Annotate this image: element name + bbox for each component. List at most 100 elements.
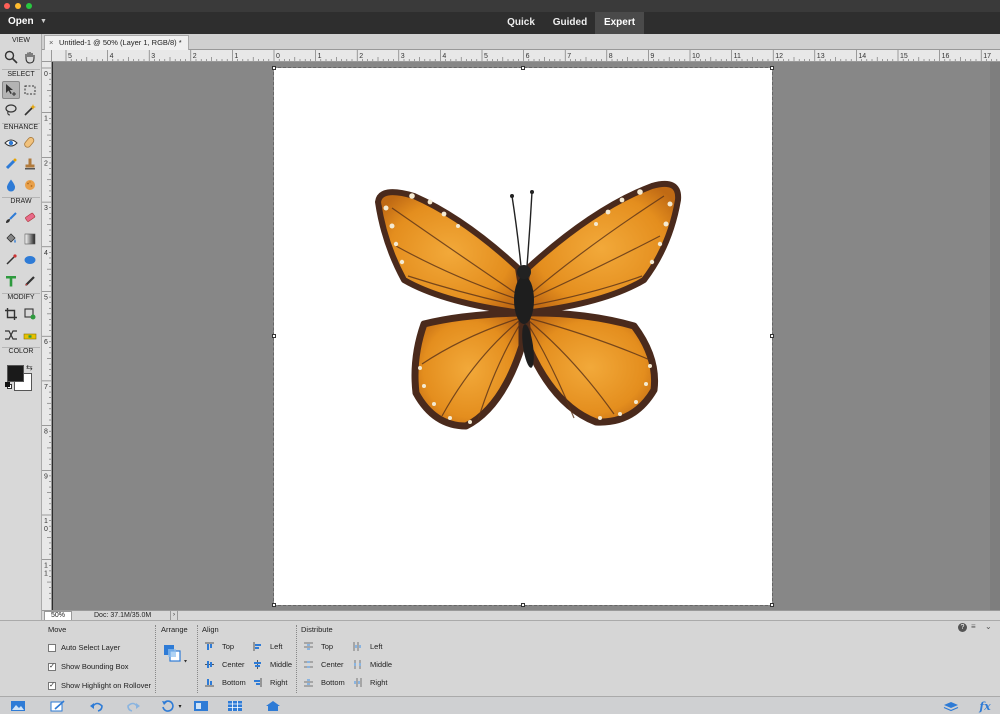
clone-stamp-tool[interactable] xyxy=(21,155,39,173)
horizontal-ruler-label: 0 xyxy=(276,53,280,60)
paint-bucket-tool[interactable] xyxy=(2,230,20,248)
recompose-tool[interactable] xyxy=(21,305,39,323)
auto-select-layer-label: Auto Select Layer xyxy=(61,643,121,652)
open-dropdown-icon[interactable]: ▼ xyxy=(40,18,47,25)
smart-brush-tool[interactable] xyxy=(2,155,20,173)
content-aware-move-tool[interactable] xyxy=(2,326,20,344)
show-bounding-box-checkbox[interactable]: ✓ xyxy=(48,662,56,671)
horizontal-ruler-label: 3 xyxy=(151,53,155,60)
brush-tool[interactable] xyxy=(2,209,20,227)
distribute-middle-button[interactable]: Middle xyxy=(353,660,392,669)
straighten-tool[interactable] xyxy=(21,326,39,344)
align-center-button[interactable]: Center xyxy=(205,660,245,669)
organizer-button[interactable] xyxy=(227,699,243,713)
zoom-window-button[interactable] xyxy=(26,3,32,9)
lasso-tool[interactable] xyxy=(2,101,20,119)
photo-bin-button[interactable] xyxy=(10,699,26,713)
layers-panel-button[interactable] xyxy=(943,699,959,713)
default-colors-icon[interactable] xyxy=(5,382,13,390)
transform-handle-bottom-right[interactable] xyxy=(770,603,774,607)
horizontal-ruler[interactable]: 5 4 3 2 1 0 1 2 3 4 5 6 7 8 9 10 11 12 13 14 15 16 17 xyxy=(52,50,1000,62)
rotate-dropdown-icon[interactable]: ▾ xyxy=(176,699,184,713)
vertical-ruler-label: 1 xyxy=(44,116,48,123)
show-highlight-option[interactable]: ✓ Show Highlight on Rollover xyxy=(48,681,151,690)
shape-tool[interactable] xyxy=(21,251,39,269)
transform-handle-top[interactable] xyxy=(521,66,525,70)
distribute-top-button[interactable]: Top xyxy=(304,642,333,651)
show-bounding-box-option[interactable]: ✓ Show Bounding Box xyxy=(48,662,129,671)
vertical-scrollbar[interactable] xyxy=(990,62,1000,610)
redo-button[interactable] xyxy=(125,699,141,713)
canvas-area[interactable] xyxy=(53,62,990,610)
butterfly-image[interactable] xyxy=(274,68,772,605)
align-left-button[interactable]: Left xyxy=(253,642,283,651)
home-screen-button[interactable] xyxy=(265,699,281,713)
show-highlight-checkbox[interactable]: ✓ xyxy=(48,681,56,690)
blur-tool[interactable] xyxy=(2,176,20,194)
horizontal-ruler-ticks: 5 4 3 2 1 0 1 2 3 4 5 6 7 8 9 10 11 12 13 14 15 16 17 xyxy=(65,50,998,61)
eraser-tool[interactable] xyxy=(21,209,39,227)
align-right-button[interactable]: Right xyxy=(253,678,288,687)
distribute-center-button[interactable]: Center xyxy=(304,660,344,669)
rotate-button[interactable] xyxy=(160,699,176,713)
magic-wand-tool[interactable] xyxy=(21,101,39,119)
type-tool[interactable] xyxy=(2,272,20,290)
marquee-icon xyxy=(24,85,36,95)
rectangular-marquee-tool[interactable] xyxy=(21,81,39,99)
crop-tool[interactable] xyxy=(2,305,20,323)
tab-expert[interactable]: Expert xyxy=(595,12,644,34)
document-tab[interactable]: × Untitled-1 @ 50% (Layer 1, RGB/8) * xyxy=(44,35,189,50)
tab-guided[interactable]: Guided xyxy=(548,12,592,34)
vertical-ruler-ticks: 01234567891011 xyxy=(42,67,51,600)
transform-handle-top-right[interactable] xyxy=(770,66,774,70)
arrange-button[interactable] xyxy=(163,643,189,667)
move-tool[interactable] xyxy=(2,81,20,99)
undo-button[interactable] xyxy=(89,699,105,713)
close-window-button[interactable] xyxy=(4,3,10,9)
transform-handle-bottom-left[interactable] xyxy=(272,603,276,607)
open-button[interactable]: Open xyxy=(8,16,34,27)
transform-handle-bottom[interactable] xyxy=(521,603,525,607)
align-top-button[interactable]: Top xyxy=(205,642,234,651)
spot-healing-tool[interactable] xyxy=(21,134,39,152)
horizontal-ruler-label: 7 xyxy=(567,53,571,60)
collapse-options-icon[interactable]: ⌄ xyxy=(985,622,992,631)
distribute-right-button[interactable]: Right xyxy=(353,678,388,687)
hand-tool[interactable] xyxy=(21,48,39,66)
bandage-icon xyxy=(24,137,35,148)
minimize-window-button[interactable] xyxy=(15,3,21,9)
document-canvas[interactable] xyxy=(272,66,774,607)
crop-icon xyxy=(5,308,17,320)
effects-fx-icon[interactable]: fx xyxy=(977,699,993,713)
tab-quick[interactable]: Quick xyxy=(500,12,542,34)
auto-select-layer-option[interactable]: Auto Select Layer xyxy=(48,643,120,652)
align-top-icon xyxy=(205,642,214,651)
align-middle-button[interactable]: Middle xyxy=(253,660,292,669)
foreground-color-swatch[interactable] xyxy=(7,365,24,382)
pencil-tool[interactable] xyxy=(21,272,39,290)
ruler-origin[interactable] xyxy=(42,50,52,62)
help-icon[interactable]: ? xyxy=(958,623,967,632)
tool-options-button[interactable] xyxy=(50,699,66,713)
layout-button[interactable] xyxy=(193,699,209,713)
close-tab-icon[interactable]: × xyxy=(49,36,53,49)
transform-handle-left[interactable] xyxy=(272,334,276,338)
eyedropper-tool[interactable] xyxy=(2,251,20,269)
sponge-tool[interactable] xyxy=(21,176,39,194)
distribute-left-button[interactable]: Left xyxy=(353,642,383,651)
ellipse-shape-icon xyxy=(24,256,36,264)
transform-handle-right[interactable] xyxy=(770,334,774,338)
vertical-ruler[interactable]: 01234567891011 xyxy=(42,62,52,610)
align-bottom-button[interactable]: Bottom xyxy=(205,678,246,687)
transform-handle-top-left[interactable] xyxy=(272,66,276,70)
lasso-icon xyxy=(5,104,17,116)
auto-select-layer-checkbox[interactable] xyxy=(48,643,56,652)
options-menu-icon[interactable]: ≡ xyxy=(971,622,976,631)
zoom-tool[interactable] xyxy=(2,48,20,66)
section-view-label: VIEW xyxy=(12,37,30,44)
swap-colors-icon[interactable]: ⇆ xyxy=(26,363,33,372)
red-eye-tool[interactable] xyxy=(2,134,20,152)
gradient-tool[interactable] xyxy=(21,230,39,248)
distribute-bottom-button[interactable]: Bottom xyxy=(304,678,345,687)
distribute-middle-label: Middle xyxy=(370,660,393,669)
